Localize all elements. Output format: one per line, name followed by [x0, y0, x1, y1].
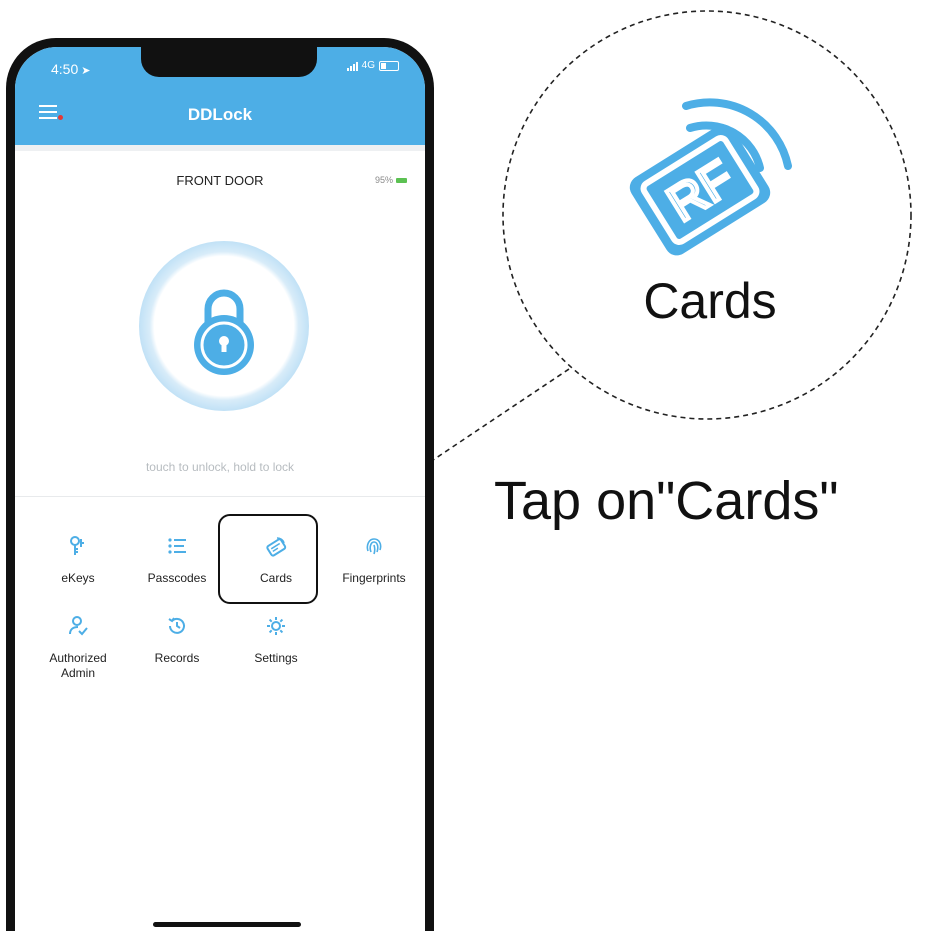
- menu-fingerprints[interactable]: Fingerprints: [324, 535, 424, 586]
- header-divider: [15, 145, 425, 151]
- instruction-graphic: RF Cards Tap on"Cards" 4:50 ➤ 4G DDLock …: [0, 0, 944, 931]
- location-arrow-icon: ➤: [81, 65, 91, 77]
- menu-authorized-admin[interactable]: Authorized Admin: [28, 615, 128, 681]
- app-screen: 4:50 ➤ 4G DDLock FRONT DOOR 95% touch to…: [15, 47, 425, 931]
- home-indicator: [153, 922, 301, 927]
- unlock-button[interactable]: [139, 241, 309, 411]
- status-indicators: 4G: [346, 60, 399, 71]
- menu-records-label: Records: [154, 651, 200, 665]
- lock-hint: touch to unlock, hold to lock: [145, 460, 295, 474]
- menu-settings-label: Settings: [254, 651, 298, 665]
- passcode-list-icon: [168, 538, 186, 554]
- menu-fingerprints-label: Fingerprints: [342, 571, 406, 585]
- app-title: DDLock: [187, 105, 253, 124]
- signal-icon: [346, 61, 358, 71]
- menu-settings[interactable]: Settings: [226, 615, 326, 666]
- authorized-admin-line1: Authorized: [49, 651, 107, 665]
- admin-icon: [69, 616, 88, 636]
- status-time: 4:50 ➤: [51, 61, 90, 77]
- section-divider: [15, 496, 425, 497]
- authorized-admin-line2: Admin: [60, 666, 95, 680]
- battery-status-icon: [379, 60, 399, 71]
- lock-name: FRONT DOOR: [176, 173, 264, 188]
- zoom-cards-label: Cards: [643, 273, 777, 329]
- menu-ekeys[interactable]: eKeys: [28, 535, 128, 586]
- menu-records[interactable]: Records: [127, 615, 227, 666]
- menu-authorized-admin-label: Authorized Admin: [28, 651, 128, 681]
- phone-notch: [141, 47, 317, 77]
- menu-passcodes[interactable]: Passcodes: [127, 535, 227, 586]
- ekey-icon: [70, 536, 84, 555]
- gear-icon: [267, 617, 285, 635]
- battery-icon: [396, 177, 407, 183]
- padlock-icon: [194, 289, 254, 375]
- status-time-text: 4:50: [51, 61, 79, 77]
- fingerprint-icon: [366, 538, 382, 555]
- instruction-text: Tap on"Cards": [494, 471, 839, 531]
- lock-battery: 95%: [375, 175, 407, 185]
- phone-frame: 4:50 ➤ 4G DDLock FRONT DOOR 95% touch to…: [6, 38, 434, 931]
- network-label: 4G: [361, 60, 375, 71]
- history-icon: [168, 617, 185, 634]
- cards-highlight-box: [218, 514, 318, 604]
- menu-ekeys-label: eKeys: [61, 571, 95, 585]
- menu-passcodes-label: Passcodes: [147, 571, 207, 585]
- lock-battery-percent: 95%: [374, 175, 393, 185]
